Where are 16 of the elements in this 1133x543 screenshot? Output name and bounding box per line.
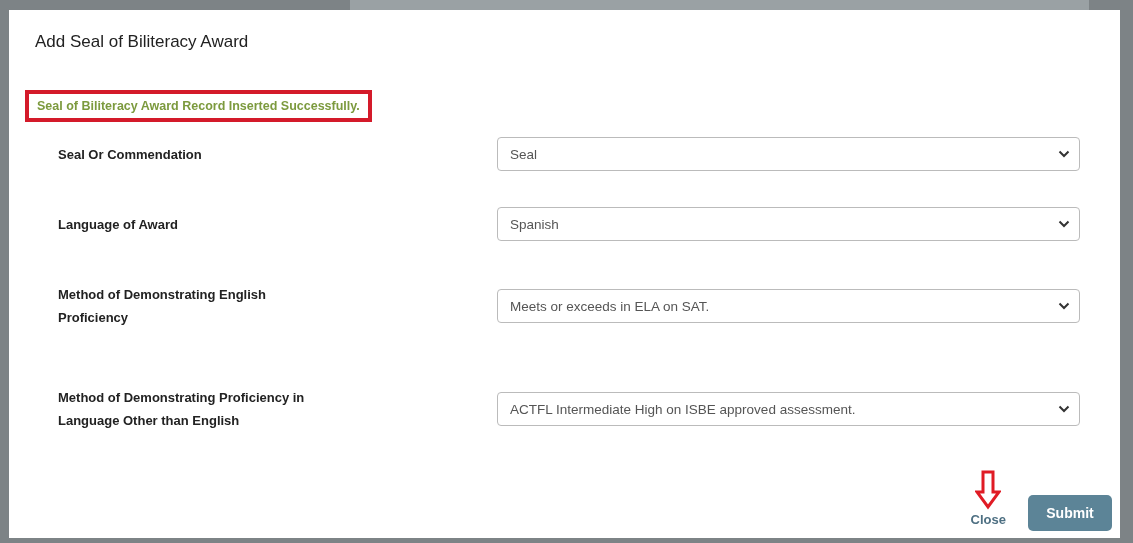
dropdown-field[interactable]: Meets or exceeds in ELA on SAT. (497, 289, 1080, 323)
chevron-down-icon (1058, 405, 1070, 413)
chevron-down-icon (1058, 150, 1070, 158)
field-label: Seal Or Commendation (58, 145, 203, 164)
dropdown-field[interactable]: ACTFL Intermediate High on ISBE approved assessment. (497, 392, 1080, 426)
submit-button[interactable]: Submit (1028, 495, 1112, 531)
chevron-down-icon (1058, 220, 1070, 228)
dropdown-field[interactable]: Spanish (497, 207, 1080, 241)
field-label: Method of Demonstrating Proficiency in Language Other than English (58, 389, 306, 430)
field-label: Method of Demonstrating English Proficiency (58, 286, 267, 327)
dropdown-field[interactable]: Seal (497, 137, 1080, 171)
chevron-down-icon (1058, 302, 1070, 310)
field-label: Language of Award (58, 215, 179, 234)
dialog-title: Add Seal of Biliteracy Award (35, 32, 249, 52)
success-message: Seal of Biliteracy Award Record Inserted Successfully. (25, 90, 372, 122)
close-button[interactable]: Close (970, 512, 1006, 531)
